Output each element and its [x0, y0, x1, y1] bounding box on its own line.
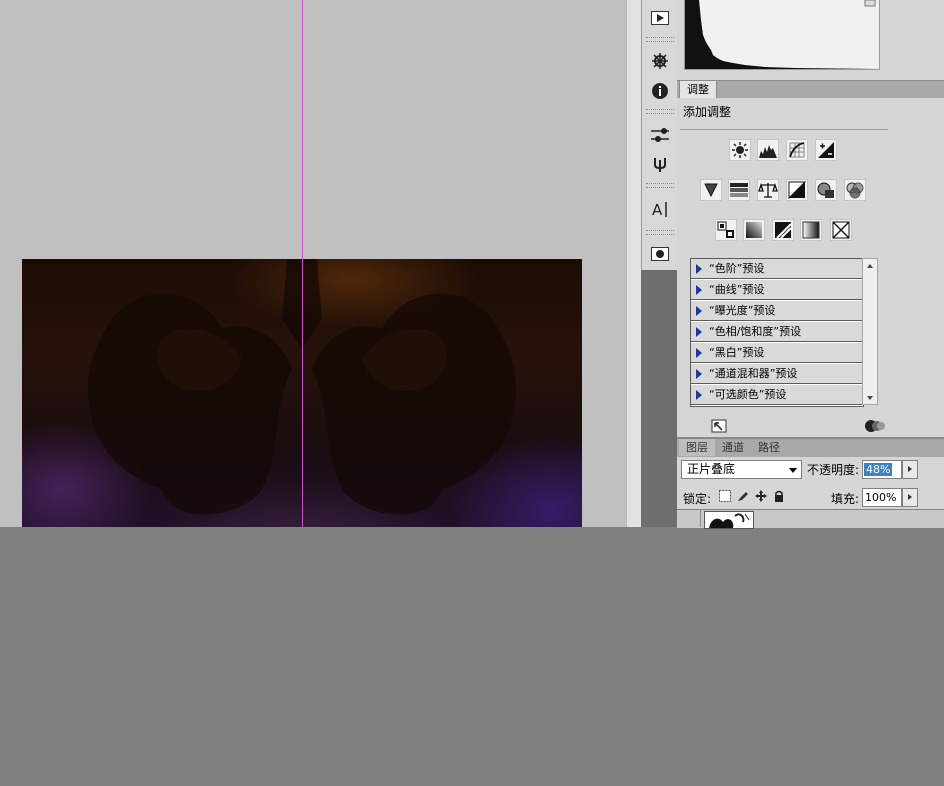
opacity-label: 不透明度: [807, 463, 860, 477]
brush-presets-icon[interactable] [649, 124, 671, 146]
tab-paths[interactable]: 路径 [752, 439, 786, 456]
scroll-up-icon [867, 264, 873, 268]
fill-input[interactable]: 100% [862, 488, 902, 507]
selective-color-icon[interactable] [830, 219, 852, 241]
preset-item-curves[interactable]: “曲线”预设 [691, 280, 863, 300]
adjustments-heading: 添加调整 [683, 105, 732, 119]
preset-item-black-white[interactable]: “黑白”预设 [691, 343, 863, 363]
curves-icon[interactable] [786, 139, 808, 161]
lock-all-icon[interactable] [772, 489, 786, 503]
histogram-panel [684, 0, 880, 70]
character-text-icon[interactable]: A [649, 198, 671, 220]
lock-image-pixels-icon[interactable] [736, 489, 750, 503]
tab-adjustments[interactable]: 调整 [679, 80, 717, 98]
preset-item-channel-mixer[interactable]: “通道混和器”预设 [691, 364, 863, 384]
preset-item-levels[interactable]: “色阶”预设 [691, 259, 863, 279]
panel-dock-empty [641, 270, 677, 527]
expand-arrow-icon[interactable] [696, 390, 702, 400]
navigator-wheel-icon[interactable] [649, 50, 671, 72]
layer-thumbnail[interactable] [704, 511, 754, 529]
scroll-down-icon [867, 396, 873, 400]
expand-arrow-icon[interactable] [696, 348, 702, 358]
actions-play-icon[interactable] [649, 7, 671, 29]
levels-icon[interactable] [757, 139, 779, 161]
histogram-graph [685, 0, 879, 69]
lock-transparent-pixels-icon[interactable] [718, 489, 732, 503]
clip-to-layer-icon[interactable] [864, 418, 886, 434]
expand-arrow-icon[interactable] [696, 327, 702, 337]
warning-icon [864, 0, 876, 7]
blend-mode-value: 正片叠底 [687, 462, 736, 476]
expand-arrow-icon[interactable] [696, 306, 702, 316]
hue-saturation-icon[interactable] [728, 179, 750, 201]
vibrance-icon[interactable] [700, 179, 722, 201]
fill-label: 填充: [831, 492, 860, 506]
photo-filter-icon[interactable] [815, 179, 837, 201]
fill-slider-button[interactable] [902, 488, 918, 507]
return-to-list-icon[interactable] [711, 418, 729, 434]
adjustments-tab-bar [677, 80, 944, 98]
exposure-icon[interactable] [815, 139, 837, 161]
layer-comps-icon[interactable] [649, 243, 671, 265]
threshold-icon[interactable] [772, 219, 794, 241]
blend-mode-select[interactable]: 正片叠底 [681, 460, 802, 479]
clone-source-icon[interactable] [649, 154, 671, 176]
lock-label: 锁定: [683, 492, 712, 506]
invert-icon[interactable] [715, 219, 737, 241]
color-balance-icon[interactable] [757, 179, 779, 201]
adjustment-presets-list: “色阶”预设 “曲线”预设 “曝光度”预设 “色相/饱和度”预设 “黑白”预设 … [690, 258, 864, 407]
tab-layers[interactable]: 图层 [679, 439, 715, 456]
adjustments-divider [680, 129, 888, 130]
panel-icon-strip: A [641, 0, 678, 270]
posterize-icon[interactable] [743, 219, 765, 241]
info-icon[interactable] [649, 80, 671, 102]
expand-arrow-icon[interactable] [696, 285, 702, 295]
expand-arrow-icon[interactable] [696, 264, 702, 274]
opacity-input[interactable]: 48% [862, 460, 902, 479]
channel-mixer-icon[interactable] [844, 179, 866, 201]
lock-position-icon[interactable] [754, 489, 768, 503]
preset-item-hue-saturation[interactable]: “色相/饱和度”预设 [691, 322, 863, 342]
gradient-map-icon[interactable] [800, 219, 822, 241]
panel-gutter [626, 0, 642, 527]
vertical-guide-line [302, 0, 303, 527]
preset-item-selective-color[interactable]: “可选颜色”预设 [691, 385, 863, 405]
preset-item-exposure[interactable]: “曝光度”预设 [691, 301, 863, 321]
opacity-slider-button[interactable] [902, 460, 918, 479]
brightness-contrast-icon[interactable] [729, 139, 751, 161]
chevron-down-icon [789, 468, 797, 473]
svg-text:A: A [652, 201, 663, 218]
expand-arrow-icon[interactable] [696, 369, 702, 379]
presets-scrollbar[interactable] [862, 258, 878, 405]
black-white-icon[interactable] [786, 179, 808, 201]
layer-visibility-column[interactable] [700, 509, 701, 527]
opacity-value: 48% [864, 463, 893, 476]
tab-channels[interactable]: 通道 [716, 439, 750, 456]
